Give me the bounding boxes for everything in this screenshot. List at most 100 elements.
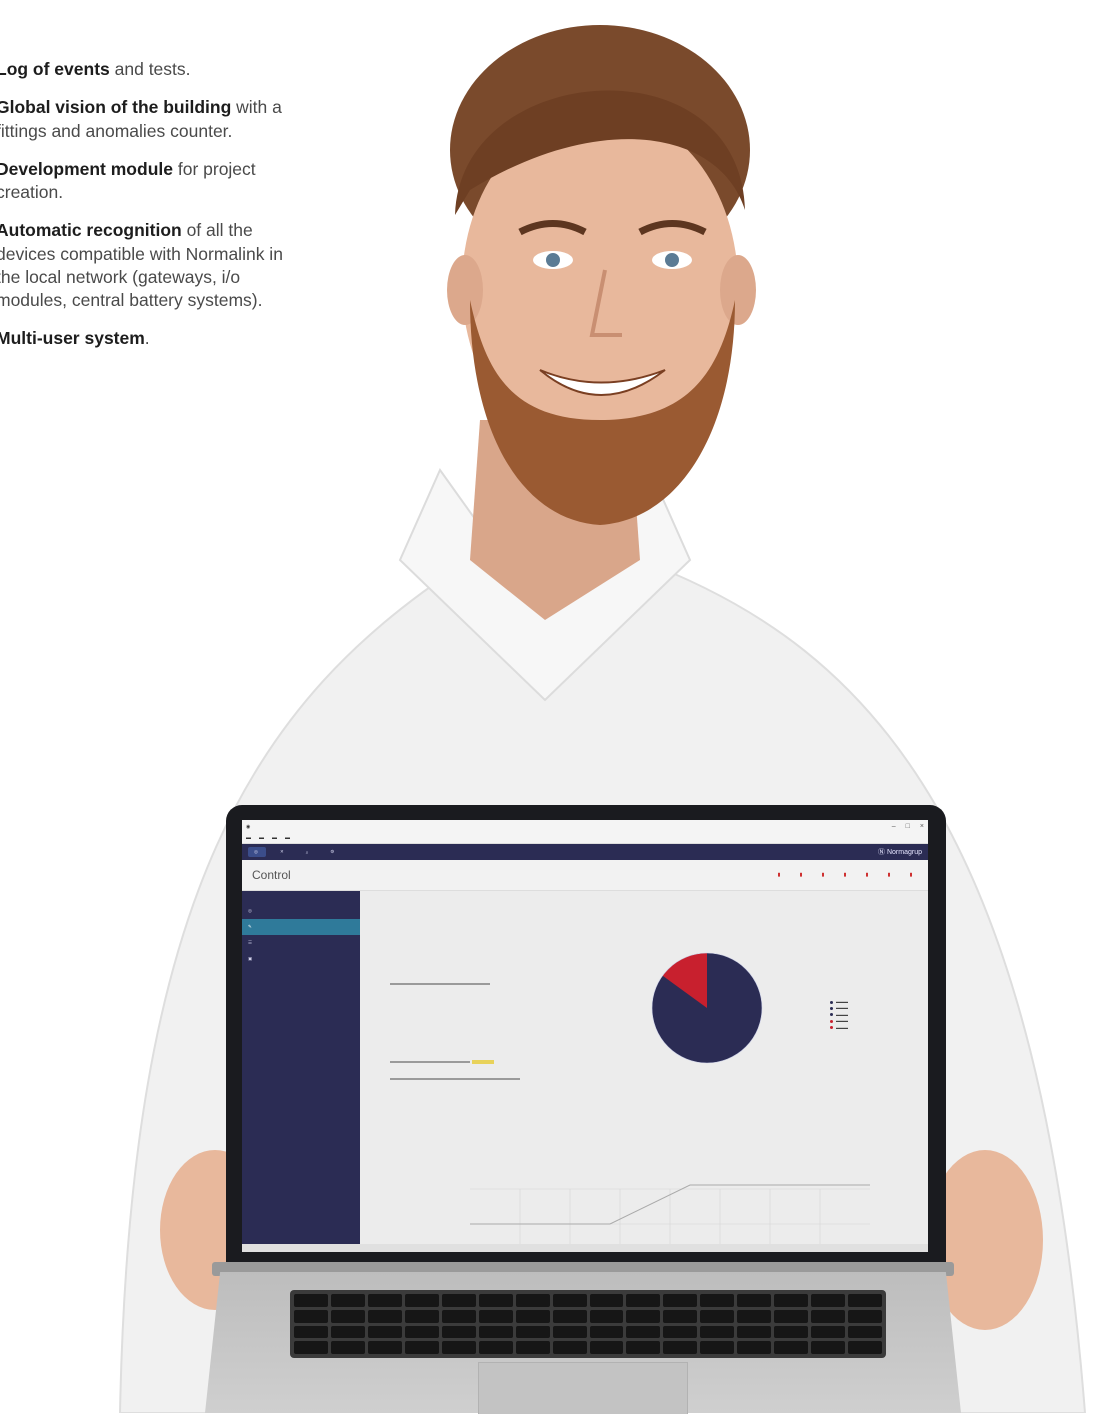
keyboard-key bbox=[737, 1325, 772, 1339]
status-bar bbox=[242, 1244, 928, 1252]
keyboard-key bbox=[478, 1325, 513, 1339]
keyboard-key bbox=[515, 1325, 550, 1339]
laptop-trackpad bbox=[478, 1362, 688, 1414]
sidebar-item-reports[interactable]: ☰ bbox=[242, 935, 360, 951]
control-icon: ◎ bbox=[248, 908, 252, 913]
keyboard-key bbox=[367, 1309, 402, 1323]
keyboard-key bbox=[441, 1325, 476, 1339]
keyboard-key bbox=[700, 1294, 735, 1307]
keyboard-key bbox=[626, 1309, 661, 1323]
info-line bbox=[390, 983, 490, 985]
keyboard-key bbox=[294, 1341, 328, 1354]
page-title: Control bbox=[252, 868, 291, 882]
keyboard-key bbox=[700, 1325, 735, 1339]
keyboard-key bbox=[737, 1341, 772, 1354]
keyboard-key bbox=[848, 1325, 882, 1339]
keyboard-key bbox=[848, 1294, 882, 1307]
menu-item[interactable]: ▬ bbox=[272, 835, 277, 841]
menu-bar[interactable]: ▬ ▬ ▬ ▬ bbox=[242, 833, 928, 844]
keyboard-key bbox=[589, 1294, 624, 1307]
menu-item[interactable]: ▬ bbox=[285, 835, 290, 841]
keyboard-key bbox=[811, 1341, 846, 1354]
sidebar-item-dashboard[interactable]: ✎ bbox=[242, 919, 360, 935]
keyboard-key bbox=[478, 1341, 513, 1354]
keyboard-key bbox=[552, 1341, 587, 1354]
keyboard-key bbox=[515, 1341, 550, 1354]
app-icon: ◉ bbox=[246, 823, 251, 830]
keyboard-key bbox=[626, 1325, 661, 1339]
keyboard-key bbox=[848, 1309, 882, 1323]
keyboard-key bbox=[774, 1341, 809, 1354]
keyboard-key bbox=[330, 1341, 365, 1354]
keyboard-key bbox=[367, 1294, 402, 1307]
info-line bbox=[390, 1078, 520, 1080]
app-toolbar: ◎ ✕ ⌕ ⚙ Ⓝ Normagrup bbox=[242, 844, 928, 860]
keyboard-key bbox=[294, 1294, 328, 1307]
keyboard-key bbox=[552, 1325, 587, 1339]
gear-icon: ⚙ bbox=[330, 849, 335, 854]
toolbar-button-control[interactable]: ◎ bbox=[248, 847, 266, 857]
keyboard-key bbox=[367, 1325, 402, 1339]
maximize-icon[interactable]: □ bbox=[906, 823, 910, 830]
keyboard-key bbox=[404, 1294, 439, 1307]
search-icon: ⌕ bbox=[305, 849, 309, 855]
keyboard-key bbox=[589, 1309, 624, 1323]
close-icon[interactable]: × bbox=[920, 823, 924, 830]
keyboard-key bbox=[330, 1294, 365, 1307]
sidebar-item-calendar[interactable]: ▣ bbox=[242, 951, 360, 967]
keyboard-key bbox=[404, 1309, 439, 1323]
sidebar: ◎ ✎ ☰ ▣ bbox=[242, 891, 360, 1251]
keyboard-key bbox=[589, 1341, 624, 1354]
laptop-screen: ◉ – □ × ▬ ▬ ▬ ▬ ◎ ✕ ⌕ ⚙ Ⓝ Normagrup Cont… bbox=[242, 820, 928, 1252]
keyboard-key bbox=[626, 1294, 661, 1307]
pie-legend: ▬▬▬ ▬▬▬ ▬▬▬ ▬▬▬ ▬▬▬ bbox=[830, 999, 848, 1031]
keyboard-key bbox=[478, 1309, 513, 1323]
keyboard-key bbox=[626, 1341, 661, 1354]
minimize-icon[interactable]: – bbox=[892, 823, 896, 830]
window-controls[interactable]: – □ × bbox=[892, 823, 924, 830]
keyboard-key bbox=[663, 1309, 698, 1323]
keyboard-key bbox=[663, 1341, 698, 1354]
keyboard-key bbox=[774, 1325, 809, 1339]
calendar-icon: ▣ bbox=[248, 956, 253, 961]
keyboard-key bbox=[552, 1294, 587, 1307]
keyboard-key bbox=[774, 1294, 809, 1307]
app-titlebar: ◉ – □ × bbox=[242, 820, 928, 833]
keyboard-key bbox=[330, 1325, 365, 1339]
toolbar-button-settings[interactable]: ⚙ bbox=[324, 847, 342, 857]
keyboard-key bbox=[441, 1341, 476, 1354]
keyboard-key bbox=[478, 1294, 513, 1307]
keyboard-key bbox=[294, 1325, 328, 1339]
keyboard-key bbox=[367, 1341, 402, 1354]
menu-item[interactable]: ▬ bbox=[259, 835, 264, 841]
app-body: ◎ ✎ ☰ ▣ ▬▬▬ ▬▬▬ ▬▬▬ ▬▬▬ ▬▬▬ bbox=[242, 891, 928, 1252]
keyboard-key bbox=[811, 1309, 846, 1323]
keyboard-key bbox=[552, 1309, 587, 1323]
wand-icon: ✎ bbox=[248, 924, 252, 929]
page-header: Control ▮ ▮ ▮ ▮ ▮ ▮ ▮ bbox=[242, 860, 928, 891]
highlight-bar bbox=[472, 1060, 494, 1064]
keyboard-key bbox=[515, 1309, 550, 1323]
toolbar-button-search[interactable]: ⌕ bbox=[300, 848, 317, 857]
dashboard-content: ▬▬▬ ▬▬▬ ▬▬▬ ▬▬▬ ▬▬▬ bbox=[360, 891, 928, 1252]
brand-logo: Ⓝ Normagrup bbox=[878, 849, 922, 856]
keyboard-key bbox=[515, 1294, 550, 1307]
keyboard-key bbox=[294, 1309, 328, 1323]
line-chart bbox=[470, 1184, 870, 1252]
control-icon: ◎ bbox=[254, 849, 258, 854]
sidebar-item-control[interactable]: ◎ bbox=[242, 903, 360, 919]
menu-item[interactable]: ▬ bbox=[246, 835, 251, 841]
keyboard-key bbox=[589, 1325, 624, 1339]
tools-icon: ✕ bbox=[279, 849, 284, 854]
keyboard-key bbox=[811, 1294, 846, 1307]
keyboard-key bbox=[330, 1309, 365, 1323]
keyboard-key bbox=[441, 1309, 476, 1323]
status-pie-chart bbox=[651, 952, 763, 1064]
keyboard-key bbox=[737, 1309, 772, 1323]
keyboard-key bbox=[441, 1294, 476, 1307]
toolbar-button-tools[interactable]: ✕ bbox=[274, 847, 292, 857]
keyboard-key bbox=[700, 1341, 735, 1354]
info-line bbox=[390, 1061, 470, 1063]
keyboard-key bbox=[700, 1309, 735, 1323]
status-counters: ▮ ▮ ▮ ▮ ▮ ▮ ▮ bbox=[777, 872, 913, 878]
